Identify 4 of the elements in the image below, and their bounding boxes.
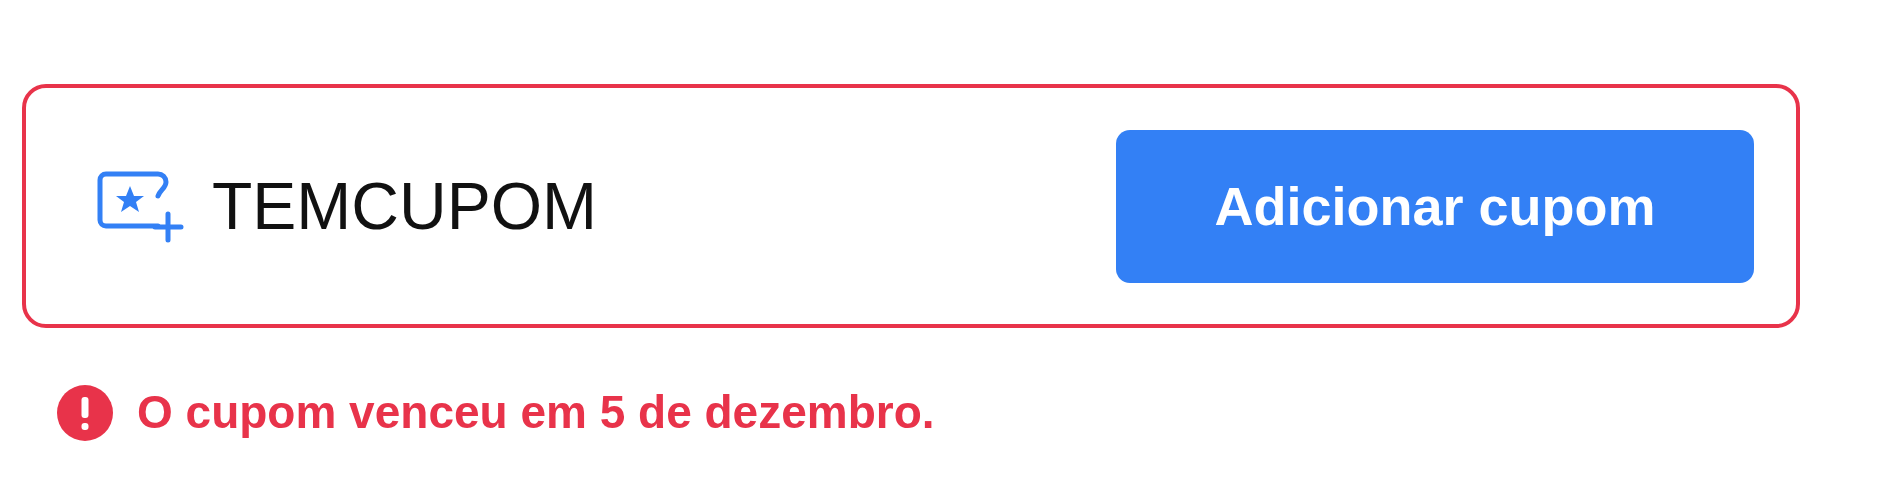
coupon-input-field[interactable]: TEMCUPOM [212, 156, 1032, 256]
error-message: O cupom venceu em 5 de dezembro. [137, 385, 935, 440]
add-coupon-button[interactable]: Adicionar cupom [1116, 129, 1754, 283]
error-icon [57, 384, 113, 441]
